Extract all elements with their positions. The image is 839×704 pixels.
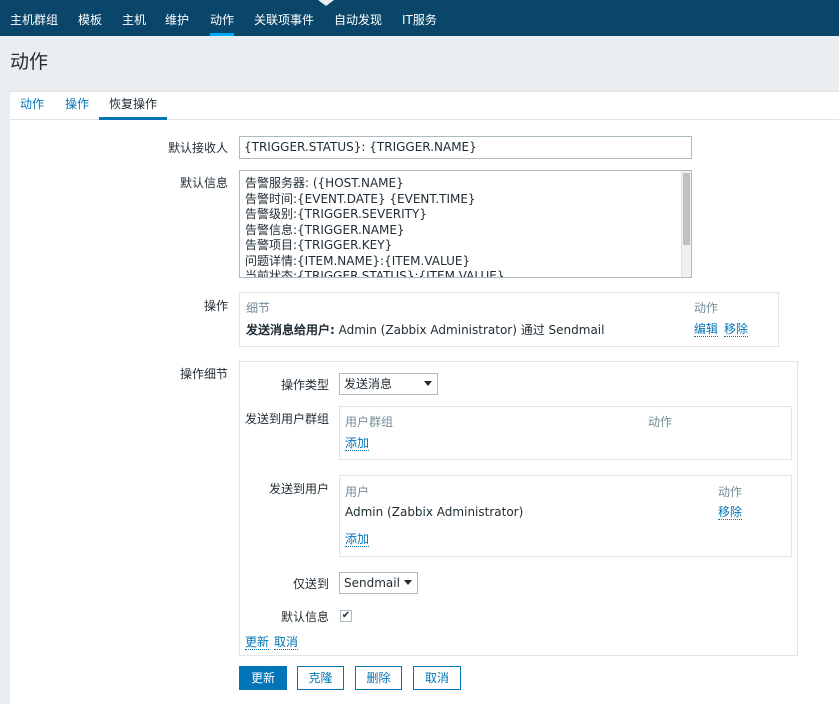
groups-action-header: 动作 bbox=[648, 415, 673, 429]
operations-table: 细节 动作 发送消息给用户: Admin (Zabbix Administrat… bbox=[239, 292, 779, 347]
page-title: 动作 bbox=[10, 51, 49, 73]
users-table: 用户 动作 Admin (Zabbix Administrator) 移除 添加 bbox=[339, 475, 792, 557]
default-recipient-label: 默认接收人 bbox=[168, 141, 229, 155]
default-message-label: 默认信息 bbox=[180, 176, 229, 190]
send-groups-label: 发送到用户群组 bbox=[245, 412, 330, 426]
add-group-link[interactable]: 添加 bbox=[345, 436, 370, 451]
nav-item-discovery[interactable]: 自动发现 bbox=[334, 0, 382, 36]
send-users-label: 发送到用户 bbox=[269, 482, 330, 496]
nav-item-correlation[interactable]: 关联项事件 bbox=[254, 0, 314, 36]
nav-item-maintenance[interactable]: 维护 bbox=[165, 0, 189, 36]
default-msg-checkbox[interactable]: ✔ bbox=[340, 610, 352, 622]
update-button[interactable]: 更新 bbox=[239, 666, 287, 690]
op-type-select[interactable]: 发送消息 bbox=[339, 373, 438, 395]
tab-action[interactable]: 动作 bbox=[10, 92, 54, 120]
scrollbar-thumb[interactable] bbox=[683, 173, 690, 245]
send-only-select[interactable]: Sendmail bbox=[339, 572, 418, 594]
users-col-header: 用户 bbox=[345, 485, 370, 499]
nav-item-host-groups[interactable]: 主机群组 bbox=[10, 0, 58, 36]
top-navigation: 主机群组 模板 主机 维护 动作 关联项事件 自动发现 IT服务 bbox=[0, 0, 839, 36]
operation-row: 发送消息给用户: Admin (Zabbix Administrator) 通过… bbox=[246, 321, 604, 338]
main-content: 动作 操作 恢复操作 默认接收人 {TRIGGER.STATUS}: {TRIG… bbox=[10, 91, 839, 704]
nav-item-it-services[interactable]: IT服务 bbox=[402, 0, 437, 36]
operation-details-label: 操作细节 bbox=[180, 367, 229, 381]
message-line: 问题详情:{ITEM.NAME}:{ITEM.VALUE} bbox=[245, 253, 471, 268]
col-action-header: 动作 bbox=[694, 301, 719, 315]
default-message-textarea[interactable]: 告警服务器: ({HOST.NAME} 告警时间:{EVENT.DATE} {E… bbox=[239, 170, 692, 278]
update-details-link[interactable]: 更新 bbox=[245, 635, 270, 650]
tab-operations[interactable]: 操作 bbox=[55, 92, 99, 120]
send-only-label: 仅送到 bbox=[293, 577, 330, 591]
message-line: 告警项目:{TRIGGER.KEY} bbox=[245, 238, 393, 252]
edit-operation-link[interactable]: 编辑 bbox=[694, 322, 719, 337]
dropdown-arrow-icon bbox=[404, 580, 412, 585]
default-msg-label: 默认信息 bbox=[281, 610, 330, 624]
user-groups-table: 用户群组 动作 添加 bbox=[339, 406, 792, 460]
add-user-link[interactable]: 添加 bbox=[345, 532, 370, 547]
default-recipient-input[interactable]: {TRIGGER.STATUS}: {TRIGGER.NAME} bbox=[239, 136, 692, 159]
cancel-button[interactable]: 取消 bbox=[413, 666, 461, 690]
nav-item-templates[interactable]: 模板 bbox=[78, 0, 102, 36]
users-action-header: 动作 bbox=[718, 485, 743, 499]
nav-caret-icon bbox=[318, 0, 334, 6]
user-name: Admin (Zabbix Administrator) bbox=[345, 505, 524, 519]
message-line: 告警服务器: ({HOST.NAME} bbox=[245, 176, 404, 190]
send-only-value: Sendmail bbox=[344, 576, 400, 590]
message-line: 告警时间:{EVENT.DATE} {EVENT.TIME} bbox=[245, 191, 476, 206]
operations-label: 操作 bbox=[204, 299, 229, 313]
clone-button[interactable]: 克隆 bbox=[297, 666, 344, 690]
message-line: 当前状态:{TRIGGER.STATUS}:{ITEM.VALUE} bbox=[245, 269, 505, 278]
op-type-label: 操作类型 bbox=[281, 378, 330, 392]
remove-operation-link[interactable]: 移除 bbox=[724, 322, 749, 337]
dropdown-arrow-icon bbox=[424, 381, 432, 386]
groups-col-header: 用户群组 bbox=[345, 415, 394, 429]
operation-details-panel: 操作类型 发送消息 发送到用户群组 用户群组 动作 添加 发送到用户 用户 动作… bbox=[239, 361, 798, 656]
cancel-details-link[interactable]: 取消 bbox=[274, 635, 299, 650]
op-type-value: 发送消息 bbox=[344, 377, 393, 391]
tab-bar: 动作 操作 恢复操作 bbox=[10, 92, 839, 120]
message-line: 告警信息:{TRIGGER.NAME} bbox=[245, 222, 405, 237]
operation-description: Admin (Zabbix Administrator) 通过 Sendmail bbox=[334, 323, 605, 337]
remove-user-link[interactable]: 移除 bbox=[718, 505, 743, 520]
tab-recovery-operations[interactable]: 恢复操作 bbox=[99, 92, 168, 120]
operation-type: 发送消息给用户: bbox=[246, 323, 335, 337]
nav-item-actions[interactable]: 动作 bbox=[210, 0, 235, 36]
nav-item-hosts[interactable]: 主机 bbox=[122, 0, 146, 36]
col-details-header: 细节 bbox=[246, 301, 271, 315]
message-line: 告警级别:{TRIGGER.SEVERITY} bbox=[245, 207, 427, 221]
delete-button[interactable]: 删除 bbox=[355, 666, 402, 690]
textarea-scrollbar[interactable] bbox=[681, 171, 691, 277]
